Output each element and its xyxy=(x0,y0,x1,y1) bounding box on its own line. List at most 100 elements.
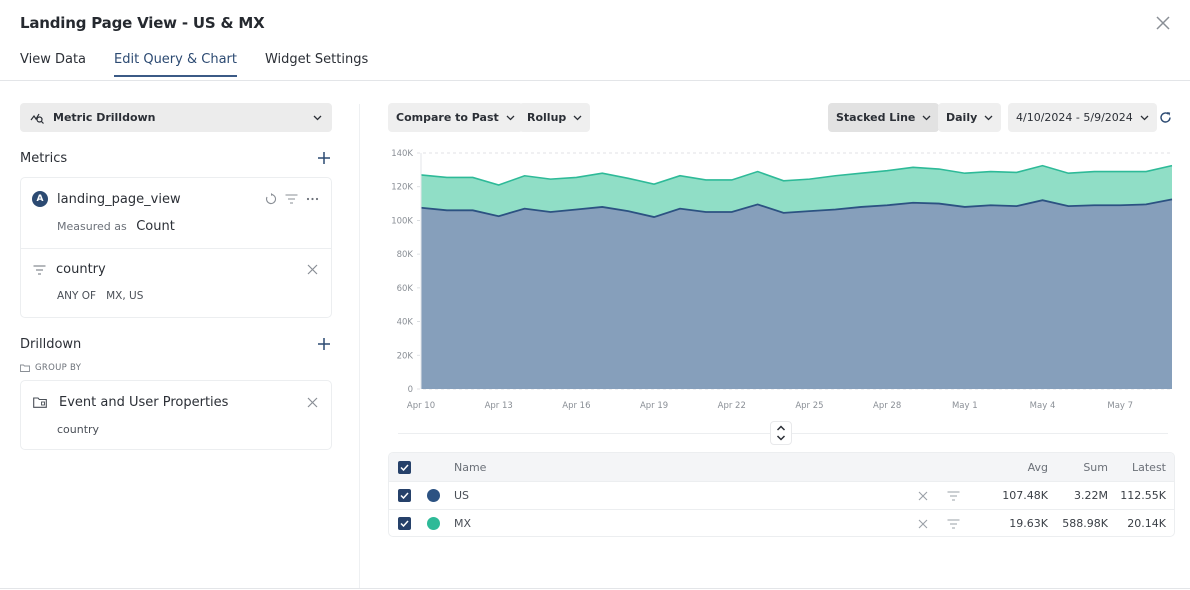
series-color-dot xyxy=(427,489,440,502)
measured-label: Measured as xyxy=(57,220,127,233)
remove-series-icon[interactable] xyxy=(918,491,928,501)
y-tick-label: 120K xyxy=(391,183,413,193)
panel-divider xyxy=(359,104,360,588)
drilldown-heading: Drilldown xyxy=(20,337,82,352)
tabs-divider xyxy=(0,80,1190,81)
metric-drilldown-icon xyxy=(30,113,44,124)
select-all-checkbox[interactable] xyxy=(398,460,411,474)
rollup-label: Rollup xyxy=(527,111,567,124)
y-tick-label: 60K xyxy=(397,284,414,294)
series-name: US xyxy=(454,489,470,502)
table-row[interactable]: MX 19.63K 588.98K 20.14K xyxy=(389,509,1174,536)
metric-name[interactable]: landing_page_view xyxy=(57,192,181,207)
metric-card: A landing_page_view Measured as Count co… xyxy=(20,177,332,318)
check-icon xyxy=(400,520,409,527)
x-tick-label: Apr 13 xyxy=(485,401,513,411)
row-checkbox[interactable] xyxy=(398,489,411,502)
group-by-text: GROUP BY xyxy=(35,363,82,373)
tab-edit-query-chart[interactable]: Edit Query & Chart xyxy=(114,52,237,77)
series-name: MX xyxy=(454,517,472,530)
chevron-down-icon xyxy=(1140,115,1149,120)
col-name[interactable]: Name xyxy=(454,461,486,474)
filter-property[interactable]: country xyxy=(56,262,106,277)
table-header: Name Avg Sum Latest xyxy=(389,453,1174,481)
y-tick-label: 80K xyxy=(397,250,414,260)
tab-bar: View Data Edit Query & Chart Widget Sett… xyxy=(20,52,396,77)
x-tick-label: Apr 25 xyxy=(795,401,823,411)
series-latest: 112.55K xyxy=(1120,489,1166,502)
group-card: Event and User Properties country xyxy=(20,380,332,450)
col-avg[interactable]: Avg xyxy=(1028,461,1048,474)
x-tick-label: Apr 28 xyxy=(873,401,901,411)
close-icon[interactable] xyxy=(1155,15,1171,31)
col-sum[interactable]: Sum xyxy=(1083,461,1108,474)
filter-icon[interactable] xyxy=(947,518,960,529)
y-tick-label: 100K xyxy=(391,216,413,226)
x-tick-label: May 1 xyxy=(952,401,978,411)
y-tick-label: 140K xyxy=(391,149,413,159)
filter-values: MX, US xyxy=(106,290,144,302)
filter-operator: ANY OF xyxy=(57,290,97,302)
date-range-label: 4/10/2024 - 5/9/2024 xyxy=(1016,111,1133,124)
series-color-dot xyxy=(427,517,440,530)
dialog-title: Landing Page View - US & MX xyxy=(20,14,265,32)
group-property[interactable]: country xyxy=(57,423,99,436)
folder-icon xyxy=(20,364,30,372)
remove-series-icon[interactable] xyxy=(918,519,928,529)
chart-type-select[interactable]: Metric Drilldown xyxy=(20,103,332,132)
remove-group-icon[interactable] xyxy=(307,397,318,408)
filter-icon[interactable] xyxy=(285,194,298,204)
series-sum: 588.98K xyxy=(1062,517,1108,530)
tab-widget-settings[interactable]: Widget Settings xyxy=(265,52,368,77)
x-tick-label: Apr 19 xyxy=(640,401,668,411)
x-tick-label: May 4 xyxy=(1030,401,1056,411)
rollup-dropdown[interactable]: Rollup xyxy=(519,103,591,132)
interval-dropdown[interactable]: Daily xyxy=(938,103,1002,132)
reset-icon[interactable] xyxy=(265,193,277,205)
interval-label: Daily xyxy=(946,111,978,124)
tab-view-data[interactable]: View Data xyxy=(20,52,86,77)
chevron-down-icon xyxy=(922,115,931,120)
x-tick-label: Apr 16 xyxy=(562,401,590,411)
metrics-heading: Metrics xyxy=(20,151,68,166)
date-range-dropdown[interactable]: 4/10/2024 - 5/9/2024 xyxy=(1008,103,1157,132)
check-icon xyxy=(400,463,409,471)
check-icon xyxy=(400,492,409,499)
col-latest[interactable]: Latest xyxy=(1132,461,1166,474)
compare-to-past-dropdown[interactable]: Compare to Past xyxy=(388,103,523,132)
remove-filter-icon[interactable] xyxy=(307,264,318,275)
chevron-down-icon xyxy=(573,115,582,120)
series-latest: 20.14K xyxy=(1127,517,1166,530)
chart-style-label: Stacked Line xyxy=(836,111,916,124)
y-tick-label: 20K xyxy=(397,351,414,361)
chart-style-dropdown[interactable]: Stacked Line xyxy=(828,103,940,132)
add-metric-button[interactable] xyxy=(317,151,331,165)
x-tick-label: Apr 22 xyxy=(718,401,746,411)
resize-handle[interactable] xyxy=(770,421,792,445)
y-tick-label: 0 xyxy=(408,385,413,395)
metric-badge: A xyxy=(32,191,48,207)
card-separator xyxy=(21,248,331,249)
series-area-us xyxy=(421,199,1172,389)
measured-value[interactable]: Count xyxy=(136,219,175,234)
add-drilldown-button[interactable] xyxy=(317,337,331,351)
refresh-icon[interactable] xyxy=(1159,111,1172,124)
footer-divider xyxy=(0,588,1190,589)
filter-icon[interactable] xyxy=(947,490,960,501)
chevron-down-icon xyxy=(984,115,993,120)
group-by-label: GROUP BY xyxy=(20,363,81,373)
table-row[interactable]: US 107.48K 3.22M 112.55K xyxy=(389,481,1174,509)
chevron-down-icon xyxy=(506,115,515,120)
series-avg: 19.63K xyxy=(1009,517,1048,530)
x-tick-label: May 7 xyxy=(1107,401,1133,411)
filter-condition[interactable]: ANY OF MX, US xyxy=(57,290,143,302)
more-options-icon[interactable] xyxy=(306,197,319,201)
series-avg: 107.48K xyxy=(1002,489,1048,502)
folder-icon xyxy=(33,397,47,408)
row-checkbox[interactable] xyxy=(398,517,411,530)
chart-type-label: Metric Drilldown xyxy=(53,111,156,124)
group-source[interactable]: Event and User Properties xyxy=(59,395,228,410)
compare-label: Compare to Past xyxy=(396,111,499,124)
chevron-down-icon xyxy=(313,115,322,120)
filter-icon xyxy=(33,264,46,275)
